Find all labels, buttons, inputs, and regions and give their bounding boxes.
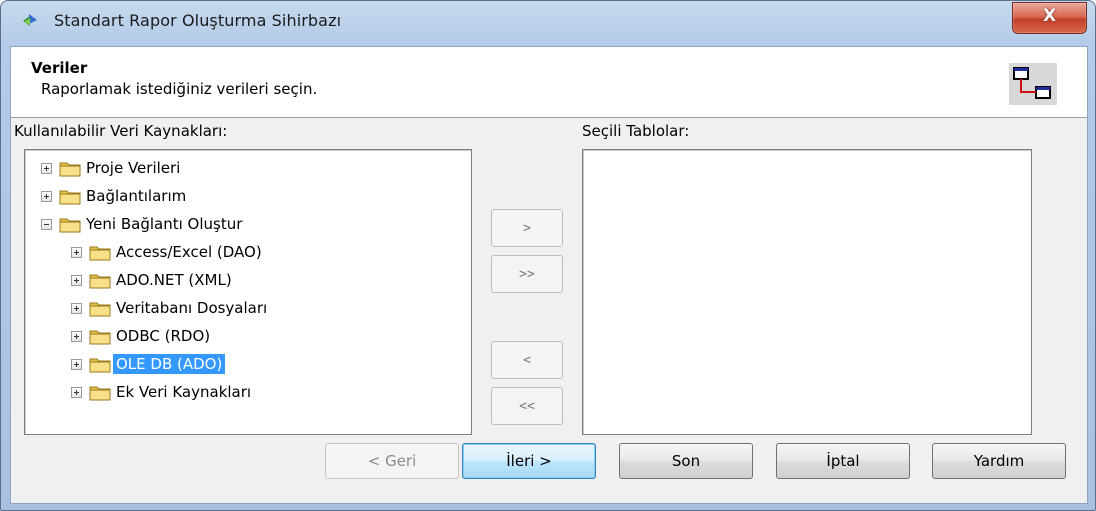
- tree-item[interactable]: ODBC (RDO): [71, 324, 213, 348]
- window-title: Standart Rapor Oluşturma Sihirbazı: [54, 11, 342, 30]
- cancel-button[interactable]: İptal: [776, 443, 910, 479]
- available-sources-label: Kullanılabilir Veri Kaynakları:: [14, 122, 228, 140]
- tree-item[interactable]: Ek Veri Kaynakları: [71, 380, 254, 404]
- tree-item[interactable]: OLE DB (ADO): [71, 352, 226, 376]
- expand-plus-icon[interactable]: [41, 162, 52, 174]
- folder-icon: [59, 216, 83, 233]
- tree-item-label: Proje Verileri: [86, 159, 181, 177]
- finish-button[interactable]: Son: [619, 443, 753, 479]
- tree-item-label: Bağlantılarım: [86, 187, 187, 205]
- close-button[interactable]: X: [1012, 2, 1087, 34]
- folder-icon: [89, 356, 113, 373]
- wizard-app-icon: [23, 14, 37, 26]
- wizard-header: Veriler Raporlamak istediğiniz verileri …: [11, 47, 1087, 118]
- folder-icon: [89, 384, 113, 401]
- folder-icon: [89, 272, 113, 289]
- tree-item-label: ADO.NET (XML): [116, 271, 232, 289]
- collapse-minus-icon[interactable]: [41, 218, 52, 230]
- expand-plus-icon[interactable]: [71, 302, 82, 314]
- tree-item-label: Yeni Bağlantı Oluştur: [86, 215, 243, 233]
- tree-item-label: OLE DB (ADO): [113, 354, 226, 374]
- expand-plus-icon[interactable]: [71, 330, 82, 342]
- expand-plus-icon[interactable]: [71, 358, 82, 370]
- add-button[interactable]: >: [491, 209, 563, 247]
- tree-item[interactable]: Veritabanı Dosyaları: [71, 296, 270, 320]
- tree-item[interactable]: Yeni Bağlantı Oluştur: [41, 212, 245, 236]
- expand-plus-icon[interactable]: [71, 386, 82, 398]
- wizard-window: Standart Rapor Oluşturma Sihirbazı X Ver…: [0, 0, 1096, 511]
- step-subtitle: Raporlamak istediğiniz verileri seçin.: [41, 80, 318, 98]
- tree-item-label: Ek Veri Kaynakları: [116, 383, 252, 401]
- expand-plus-icon[interactable]: [71, 274, 82, 286]
- tree-item[interactable]: ADO.NET (XML): [71, 268, 235, 292]
- back-button[interactable]: < Geri: [325, 443, 459, 479]
- table-link-icon: [1009, 63, 1057, 105]
- tree-item[interactable]: Access/Excel (DAO): [71, 240, 265, 264]
- folder-icon: [59, 188, 83, 205]
- wizard-client-area: Veriler Raporlamak istediğiniz verileri …: [10, 46, 1088, 504]
- folder-icon: [89, 300, 113, 317]
- folder-icon: [89, 244, 113, 261]
- step-title: Veriler: [31, 59, 88, 77]
- next-button[interactable]: İleri >: [462, 443, 596, 479]
- expand-plus-icon[interactable]: [71, 246, 82, 258]
- close-icon: X: [1042, 6, 1057, 26]
- remove-button[interactable]: <: [491, 341, 563, 379]
- selected-tables-list[interactable]: [582, 149, 1032, 435]
- tree-item[interactable]: Bağlantılarım: [41, 184, 189, 208]
- remove-all-button[interactable]: <<: [491, 387, 563, 425]
- selected-tables-label: Seçili Tablolar:: [582, 122, 690, 140]
- folder-icon: [89, 328, 113, 345]
- add-all-button[interactable]: >>: [491, 255, 563, 293]
- folder-icon: [59, 160, 83, 177]
- title-bar[interactable]: Standart Rapor Oluşturma Sihirbazı X: [1, 1, 1095, 39]
- tree-item-label: Access/Excel (DAO): [116, 243, 262, 261]
- tree-item-label: ODBC (RDO): [116, 327, 211, 345]
- help-button[interactable]: Yardım: [932, 443, 1066, 479]
- expand-plus-icon[interactable]: [41, 190, 52, 202]
- tree-item[interactable]: Proje Verileri: [41, 156, 183, 180]
- tree-item-label: Veritabanı Dosyaları: [116, 299, 268, 317]
- available-sources-tree[interactable]: Proje Verileri Bağlantılarım Yeni Bağlantı…: [24, 149, 472, 435]
